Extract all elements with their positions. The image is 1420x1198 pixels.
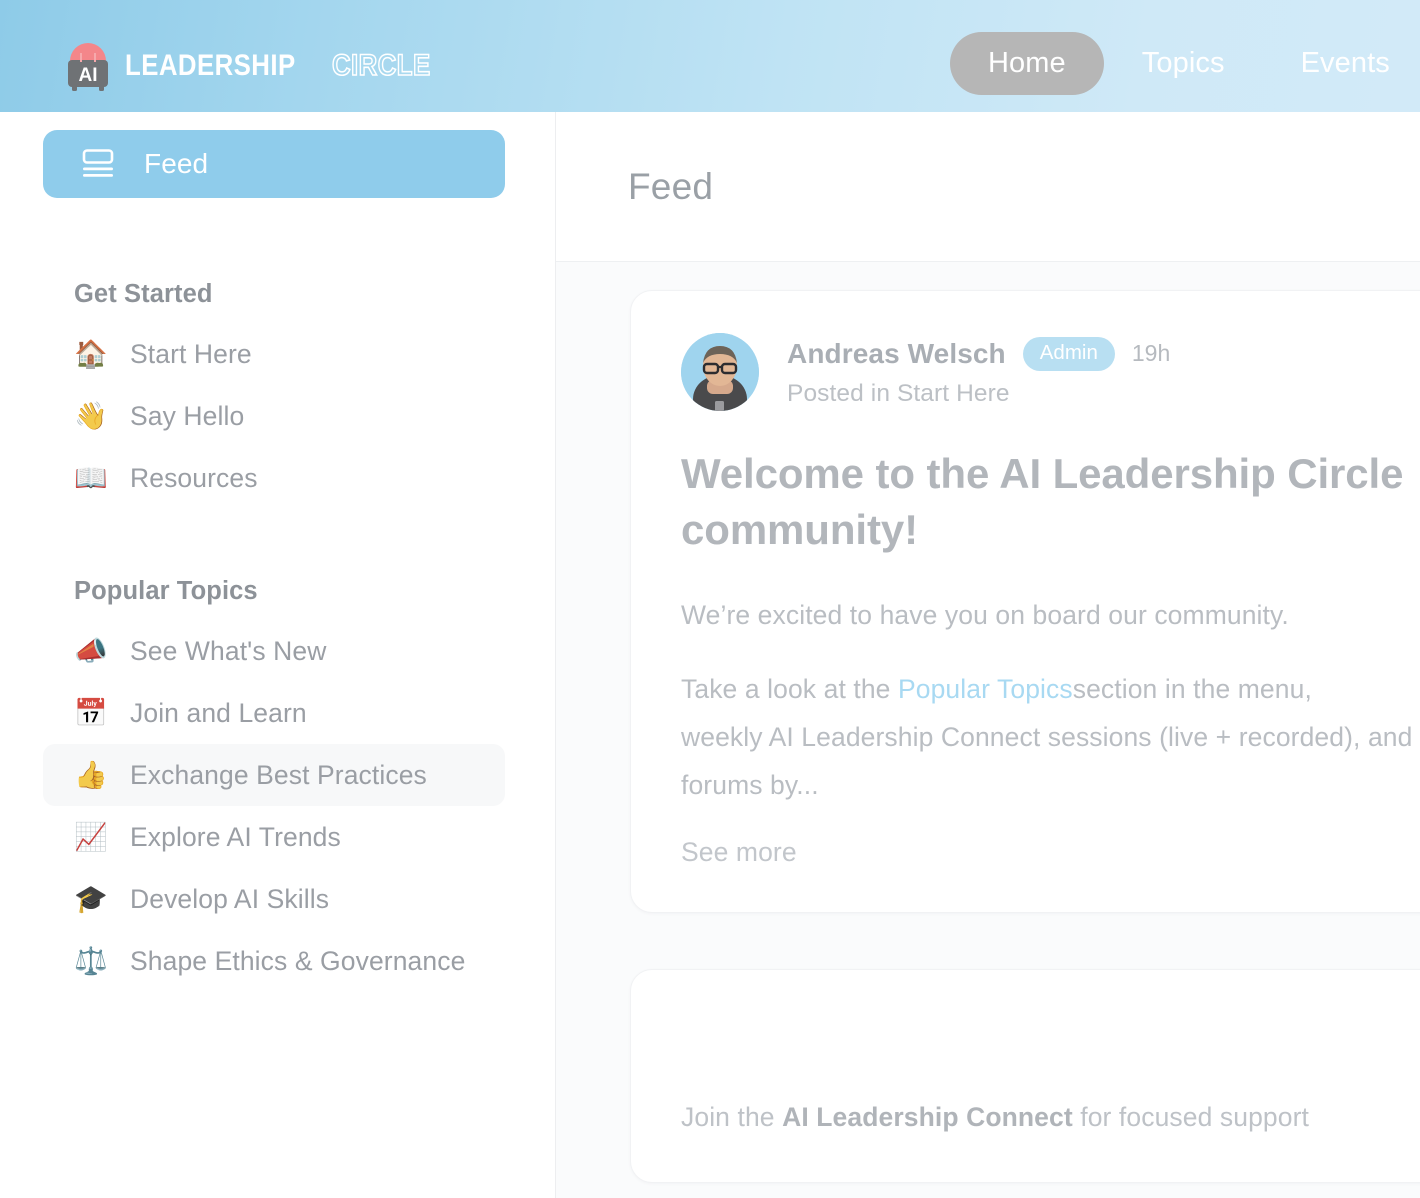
megaphone-emoji: 📣 xyxy=(74,635,108,666)
post-text-pre: Take a look at the xyxy=(681,673,898,704)
sidebar-item-say-hello[interactable]: 👋 Say Hello xyxy=(43,385,505,447)
main-header: Feed xyxy=(556,112,1420,262)
sidebar-feed-label: Feed xyxy=(144,148,209,179)
calendar-emoji: 📅 xyxy=(74,697,108,728)
post-title-line-2: community! xyxy=(681,505,919,553)
nav-item-home[interactable]: Home xyxy=(950,31,1104,95)
post-paragraph-3: weekly AI Leadership Connect sessions (l… xyxy=(681,721,1413,752)
nav-item-topics[interactable]: Topics xyxy=(1104,32,1263,95)
waving-hand-emoji: 👋 xyxy=(74,400,108,431)
post-location[interactable]: Posted in Start Here xyxy=(787,380,1170,408)
sidebar: Feed Get Started 🏠 Start Here 👋 Say Hell… xyxy=(0,112,556,1198)
promo-text-bold: AI Leadership Connect xyxy=(782,1101,1073,1132)
sidebar-item-resources[interactable]: 📖 Resources xyxy=(43,447,505,509)
sidebar-item-label: Join and Learn xyxy=(130,697,307,728)
svg-text:AI: AI xyxy=(79,65,98,86)
nav-item-events[interactable]: Events xyxy=(1263,32,1420,95)
see-more-button[interactable]: See more xyxy=(681,837,1409,868)
post-paragraph-4: forums by... xyxy=(681,769,819,800)
page-title: Feed xyxy=(628,165,714,207)
graduation-cap-emoji: 🎓 xyxy=(74,883,108,914)
feed-icon xyxy=(81,149,115,179)
balance-scale-emoji: ⚖️ xyxy=(74,945,108,976)
sidebar-section-popular-topics-title: Popular Topics xyxy=(74,577,258,605)
post-author-row: Andreas Welsch Admin 19h xyxy=(787,337,1170,371)
sidebar-item-label: Start Here xyxy=(130,338,252,369)
brand-word-circle: CIRCLE xyxy=(332,48,432,83)
sidebar-item-label: See What's New xyxy=(130,635,327,666)
thumbs-up-emoji: 👍 xyxy=(74,759,108,790)
sidebar-item-label: Resources xyxy=(130,462,258,493)
main-content: Feed Andreas Welsch Admin 19h Posted in … xyxy=(556,112,1420,1198)
post-header: Andreas Welsch Admin 19h Posted in Start… xyxy=(681,333,1409,411)
promo-text: Join the AI Leadership Connect for focus… xyxy=(681,1096,1409,1138)
promo-text-pre: Join the xyxy=(681,1101,783,1132)
sidebar-item-label: Exchange Best Practices xyxy=(130,759,427,790)
sidebar-item-feed[interactable]: Feed xyxy=(43,130,505,198)
post-paragraph-2: Take a look at the Popular Topicssection… xyxy=(681,666,1409,714)
sidebar-item-start-here[interactable]: 🏠 Start Here xyxy=(43,323,505,385)
post-card[interactable]: Andreas Welsch Admin 19h Posted in Start… xyxy=(630,290,1420,913)
feed-list: Andreas Welsch Admin 19h Posted in Start… xyxy=(556,262,1420,1183)
post-meta: Andreas Welsch Admin 19h Posted in Start… xyxy=(787,333,1170,408)
sidebar-item-see-whats-new[interactable]: 📣 See What's New xyxy=(43,620,505,682)
post-title-line-1: Welcome to the AI Leadership Circle xyxy=(681,450,1404,497)
open-book-emoji: 📖 xyxy=(74,462,108,493)
sidebar-item-label: Explore AI Trends xyxy=(130,821,341,852)
post-author-name[interactable]: Andreas Welsch xyxy=(787,338,1006,370)
sidebar-item-explore-ai-trends[interactable]: 📈 Explore AI Trends xyxy=(43,806,505,868)
post-timestamp: 19h xyxy=(1131,340,1171,367)
app-root: AI LEADERSHIP CIRCLE Home Topics Events xyxy=(0,0,1420,1198)
ai-robot-head-icon: AI xyxy=(62,41,114,91)
primary-nav: Home Topics Events xyxy=(950,30,1420,96)
sidebar-section-get-started-title: Get Started xyxy=(74,280,213,308)
post-paragraph-1: We’re excited to have you on board our c… xyxy=(681,599,1289,630)
sidebar-section-popular-topics-list: 📣 See What's New 📅 Join and Learn 👍 Exch… xyxy=(0,620,555,992)
sidebar-item-exchange-best-practices[interactable]: 👍 Exchange Best Practices xyxy=(43,744,505,806)
sidebar-item-develop-ai-skills[interactable]: 🎓 Develop AI Skills xyxy=(43,868,505,930)
house-emoji: 🏠 xyxy=(74,338,108,369)
sidebar-item-shape-ethics-governance[interactable]: ⚖️ Shape Ethics & Governance xyxy=(43,930,505,992)
sidebar-section-get-started-list: 🏠 Start Here 👋 Say Hello 📖 Resources xyxy=(0,323,555,509)
status-badge: Admin xyxy=(1022,337,1115,371)
post-body: We’re excited to have you on board our c… xyxy=(681,592,1413,810)
post-card[interactable]: Join the AI Leadership Connect for focus… xyxy=(630,968,1420,1183)
chart-increasing-emoji: 📈 xyxy=(74,821,108,852)
sidebar-item-label: Develop AI Skills xyxy=(130,883,330,914)
sidebar-item-label: Shape Ethics & Governance xyxy=(130,945,466,976)
avatar[interactable] xyxy=(681,333,759,411)
sidebar-item-label: Say Hello xyxy=(130,400,245,431)
sidebar-item-join-and-learn[interactable]: 📅 Join and Learn xyxy=(43,682,505,744)
post-text-post: section in the menu, xyxy=(1072,673,1312,704)
brand-logo[interactable]: AI LEADERSHIP CIRCLE xyxy=(62,41,447,91)
popular-topics-link[interactable]: Popular Topics xyxy=(898,674,1073,704)
brand-word-leadership: LEADERSHIP xyxy=(125,49,296,82)
top-header-bar: AI LEADERSHIP CIRCLE Home Topics Events xyxy=(0,0,1420,112)
promo-text-post: for focused support xyxy=(1072,1101,1309,1132)
post-title[interactable]: Welcome to the AI Leadership Circle comm… xyxy=(681,446,1409,558)
